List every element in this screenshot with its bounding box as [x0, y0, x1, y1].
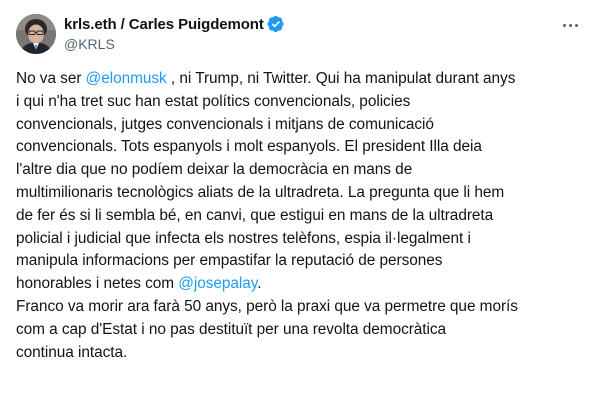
tweet-text-segment: No va ser — [16, 70, 86, 87]
tweet-text-segment: , ni Trump, ni Twitter. Qui ha manipulat… — [166, 70, 516, 87]
tweet-line: com a cap d'Estat i no pas destituït per… — [16, 320, 447, 338]
tweet-line: de fer és si li sembla bé, en canvi, que… — [16, 206, 494, 224]
tweet-text-segment: . — [257, 275, 262, 293]
tweet-text: No va ser @elonmusk , ni Trump, ni Twitt… — [16, 68, 591, 364]
tweet-line: convencionals. Tots espanyols i molt esp… — [16, 138, 482, 156]
tweet-line: manipula informacions per empastifar la … — [16, 252, 443, 270]
avatar-photo — [16, 14, 56, 54]
mention-josepalay[interactable]: @josepalay — [178, 275, 257, 292]
name-row: krls.eth / Carles Puigdemont — [64, 14, 557, 34]
tweet-line: honorables i netes com @josepalay. — [16, 273, 591, 296]
tweet-line: continua intacta. — [16, 343, 128, 361]
tweet-line: convencionals, jutges convencionals i mi… — [16, 115, 434, 133]
handle[interactable]: @KRLS — [64, 36, 557, 54]
tweet-header: krls.eth / Carles Puigdemont @KRLS — [64, 14, 557, 54]
display-name[interactable]: krls.eth / Carles Puigdemont — [64, 16, 264, 33]
tweet-text-segment: honorables i netes com — [16, 275, 179, 293]
mention-elonmusk[interactable]: @elonmusk — [86, 70, 167, 87]
tweet-line: l'altre dia que no podíem deixar la demo… — [16, 161, 413, 179]
tweet-line: i qui n'ha tret suc han estat polítics c… — [16, 92, 411, 110]
more-options-icon[interactable] — [559, 16, 581, 34]
tweet-line: multimilionaris tecnològics aliats de la… — [16, 183, 505, 201]
tweet: krls.eth / Carles Puigdemont @KRLS No va… — [0, 0, 597, 401]
verified-badge-icon — [267, 15, 285, 33]
avatar[interactable] — [16, 14, 56, 54]
tweet-line: policial i judicial que infecta els nost… — [16, 229, 471, 247]
tweet-line: No va ser @elonmusk , ni Trump, ni Twitt… — [16, 68, 591, 91]
tweet-line: Franco va morir ara farà 50 anys, però l… — [16, 297, 518, 315]
